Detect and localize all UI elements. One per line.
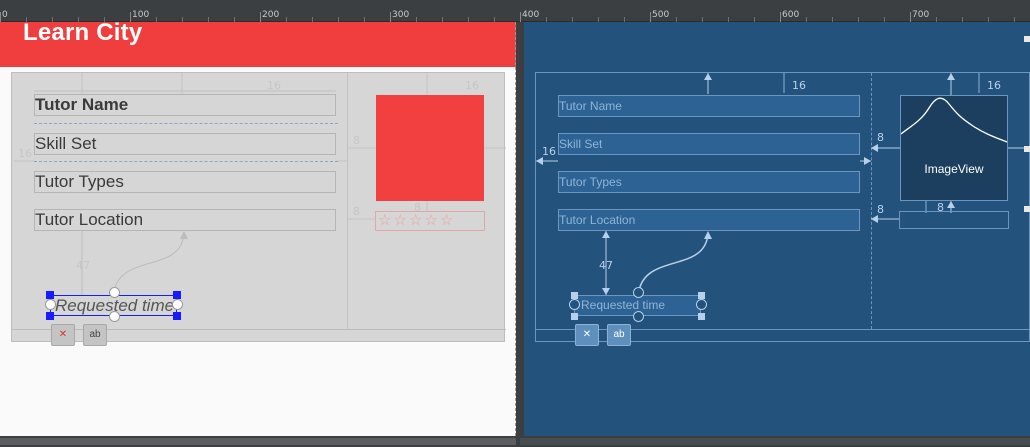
card-layout[interactable]: 16 16 16 8 8 8 47 Tutor Name Skill Set T… — [11, 72, 506, 346]
star-icon: ☆ — [424, 212, 438, 229]
margin-label: 8 — [353, 205, 360, 218]
resize-handle[interactable] — [1024, 36, 1030, 42]
ruler-label: 700 — [912, 10, 930, 20]
resize-edge[interactable] — [1022, 34, 1030, 354]
baseline-guide — [34, 123, 338, 124]
blueprint-tutor-name[interactable]: Tutor Name — [558, 95, 860, 117]
margin-label: 8 — [877, 131, 884, 144]
resize-handle[interactable] — [173, 291, 181, 299]
horizontal-scrollbar[interactable] — [0, 436, 1030, 447]
ruler-label: 600 — [782, 10, 800, 20]
clear-constraints-icon: ✕ — [582, 329, 592, 340]
constraint-anchor[interactable] — [569, 299, 580, 310]
rating-bar[interactable]: ☆ ☆ ☆ ☆ ☆ — [375, 211, 485, 231]
margin-label: 16 — [465, 79, 479, 92]
star-icon: ☆ — [408, 212, 423, 229]
constraint-anchor[interactable] — [109, 311, 120, 322]
ruler-tick — [130, 12, 131, 22]
image-view[interactable] — [376, 95, 484, 201]
blueprint-tutor-types[interactable]: Tutor Types — [558, 171, 860, 193]
blueprint-tutor-location[interactable]: Tutor Location — [558, 209, 860, 231]
clear-constraints-icon: ✕ — [58, 329, 68, 340]
margin-label: 47 — [76, 259, 90, 272]
margin-label: 8 — [877, 203, 884, 216]
baseline-guide — [34, 161, 338, 162]
resize-handle[interactable] — [1024, 206, 1030, 212]
app-bar: Learn City — [0, 22, 516, 67]
panel-divider — [516, 22, 524, 436]
tutor-name-text[interactable]: Tutor Name — [34, 94, 336, 116]
clear-constraints-button[interactable]: ✕ — [575, 324, 599, 346]
blueprint-skill-set[interactable]: Skill Set — [558, 133, 860, 155]
ruler-label: 100 — [132, 10, 150, 20]
layout-editor: 0 100 200 300 400 500 600 700 Learn City… — [0, 0, 1030, 447]
ruler-tick — [260, 12, 261, 22]
app-title: Learn City — [23, 22, 143, 46]
ruler-label: 400 — [522, 10, 540, 20]
tutor-types-text[interactable]: Tutor Types — [34, 171, 336, 193]
horizontal-ruler: 0 100 200 300 400 500 600 700 — [0, 0, 1030, 22]
ruler-tick — [780, 12, 781, 22]
clear-constraints-button[interactable]: ✕ — [51, 324, 75, 346]
resize-handle[interactable] — [46, 291, 54, 299]
skill-set-text[interactable]: Skill Set — [34, 133, 336, 155]
star-icon: ☆ — [378, 212, 392, 229]
constraint-anchor[interactable] — [633, 311, 644, 322]
image-placeholder-icon — [901, 97, 1007, 143]
resize-handle[interactable] — [698, 292, 705, 299]
constraint-anchor[interactable] — [45, 299, 56, 310]
resize-handle[interactable] — [571, 313, 578, 320]
ruler-tick — [650, 12, 651, 22]
blueprint-surface[interactable]: 16 16 16 8 8 8 47 Tutor Name Skill Set T… — [524, 22, 1030, 436]
scrollbar-track — [520, 438, 1030, 445]
margin-label: 16 — [18, 147, 32, 160]
baseline-button[interactable]: ab — [607, 324, 631, 346]
constraint-anchor[interactable] — [172, 299, 183, 310]
margin-label: 16 — [987, 79, 1001, 92]
blueprint-card-layout[interactable]: 16 16 16 8 8 8 47 Tutor Name Skill Set T… — [535, 72, 1030, 346]
resize-handle[interactable] — [173, 312, 181, 320]
ruler-label: 0 — [2, 10, 8, 20]
star-icon: ☆ — [393, 212, 407, 229]
blueprint-image-view[interactable]: ImageView — [900, 95, 1008, 201]
constraint-anchor[interactable] — [696, 299, 707, 310]
scrollbar-thumb[interactable] — [0, 438, 516, 445]
ruler-tick — [910, 12, 911, 22]
constraint-anchor[interactable] — [109, 287, 120, 298]
ruler-label: 200 — [262, 10, 280, 20]
baseline-button[interactable]: ab — [83, 324, 107, 346]
resize-handle[interactable] — [698, 313, 705, 320]
star-icon: ☆ — [439, 212, 454, 229]
image-view-label: ImageView — [924, 162, 984, 176]
resize-handle[interactable] — [46, 312, 54, 320]
ruler-tick — [520, 12, 521, 22]
resize-handle[interactable] — [571, 292, 578, 299]
margin-label: 8 — [353, 134, 360, 147]
tutor-location-text[interactable]: Tutor Location — [34, 209, 336, 231]
ruler-label: 500 — [652, 10, 670, 20]
ruler-label: 300 — [392, 10, 410, 20]
ruler-tick — [390, 12, 391, 22]
design-surface[interactable]: Learn City 16 16 16 8 8 8 47 Tutor Name … — [0, 22, 516, 436]
margin-label: 16 — [792, 79, 806, 92]
resize-handle[interactable] — [1024, 146, 1030, 152]
blueprint-rating-bar[interactable] — [899, 211, 1009, 229]
constraint-anchor[interactable] — [633, 287, 644, 298]
margin-label: 16 — [542, 145, 556, 158]
margin-label: 16 — [267, 79, 281, 92]
margin-label: 47 — [599, 259, 613, 272]
ruler-tick — [0, 12, 1, 22]
